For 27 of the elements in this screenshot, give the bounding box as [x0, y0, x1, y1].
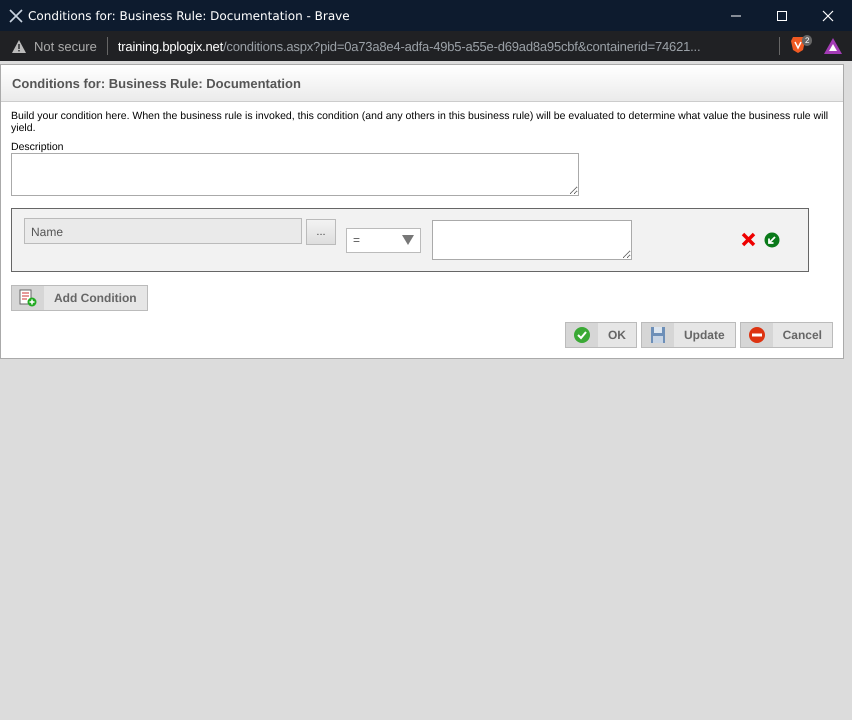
update-button[interactable]: Update	[640, 322, 736, 348]
shield-icon[interactable]	[790, 36, 806, 54]
browse-button[interactable]: ...	[306, 219, 336, 245]
security-label[interactable]: Not secure	[34, 38, 97, 54]
dropdown-arrow-icon	[402, 235, 414, 245]
window-title: Conditions for: Business Rule: Documentation - Brave	[28, 8, 351, 22]
ok-button[interactable]: OK	[564, 322, 637, 348]
arrow-circle-icon[interactable]	[764, 232, 780, 248]
warning-icon[interactable]	[12, 40, 26, 52]
add-condition-button[interactable]: Add Condition	[11, 285, 148, 311]
close-icon[interactable]	[822, 10, 834, 22]
delete-icon[interactable]	[741, 232, 756, 247]
description-label: Description	[11, 141, 65, 153]
no-entry-icon	[748, 326, 766, 344]
address-field[interactable]: training.bplogix.net/conditions.aspx?pid=0a73a8e4-adfa-49b5-a55e-d69ad8a95cbf&containerid=74621...	[118, 38, 769, 54]
maximize-icon[interactable]	[776, 10, 788, 22]
field-name-input[interactable]: Name	[24, 218, 302, 244]
intro-text: Build your condition here. When the business rule is invoked, this condition (and any others in this business rule) will be evaluated to determine what value the business rule will yield.	[11, 110, 830, 134]
dialog-title: Conditions for: Business Rule: Documentation	[12, 76, 301, 90]
description-field[interactable]	[11, 153, 579, 196]
shield-count-badge: 2	[802, 35, 812, 46]
operator-dropdown[interactable]: =	[346, 228, 421, 252]
list-add-icon	[19, 289, 37, 307]
check-circle-icon	[572, 326, 591, 344]
value-field[interactable]	[432, 220, 632, 260]
cancel-button[interactable]: Cancel	[740, 322, 833, 348]
triangle-icon[interactable]	[824, 38, 842, 54]
